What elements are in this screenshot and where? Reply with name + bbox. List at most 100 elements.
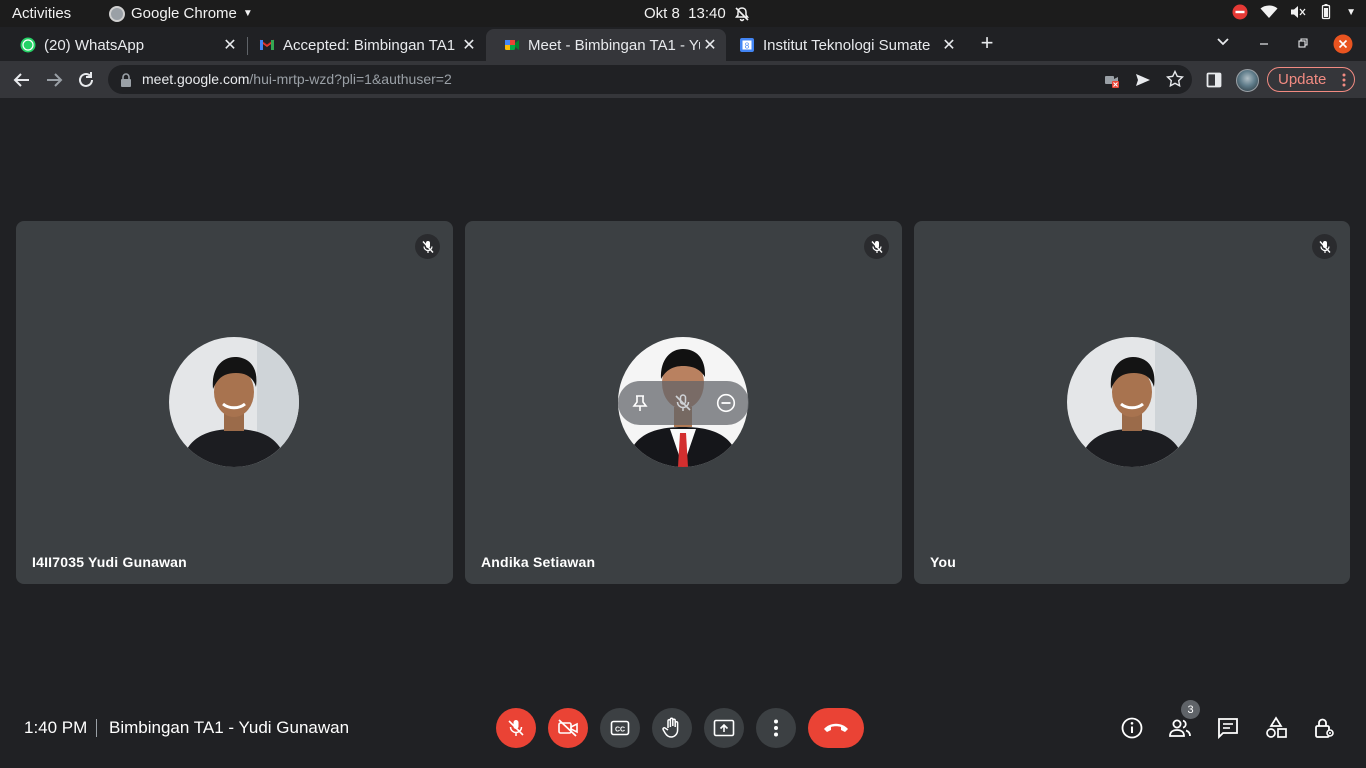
volume-muted-icon [1290, 5, 1306, 19]
mic-off-icon [675, 394, 691, 411]
info-icon [1121, 717, 1143, 739]
kebab-menu-icon [1342, 73, 1346, 86]
activities-button[interactable]: Activities [12, 5, 71, 22]
avatar [169, 337, 299, 467]
restore-button[interactable] [1297, 37, 1309, 49]
side-panel-button[interactable] [1206, 72, 1222, 88]
browser-toolbar: meet.google.com/hui-mrtp-wzd?pli=1&authu… [0, 61, 1366, 98]
url-host: meet.google.com [142, 71, 250, 87]
people-button[interactable] [1168, 716, 1192, 740]
camera-toggle-button[interactable] [548, 708, 588, 748]
remove-circle-icon [716, 393, 736, 413]
battery-icon [1318, 4, 1334, 20]
restore-icon [1298, 38, 1308, 48]
participant-tile[interactable]: You [914, 221, 1350, 584]
more-options-button[interactable] [756, 708, 796, 748]
send-icon[interactable] [1134, 71, 1152, 89]
app-name: Google Chrome [131, 5, 237, 22]
update-button[interactable]: Update [1267, 67, 1355, 92]
profile-avatar[interactable] [1236, 69, 1259, 92]
host-controls-button[interactable] [1312, 716, 1336, 740]
system-tray[interactable]: ▼ [1232, 4, 1356, 20]
tab-meet[interactable]: Meet - Bimbingan TA1 - Yu ✕ [486, 29, 726, 61]
close-window-button[interactable] [1333, 34, 1353, 54]
pin-icon [632, 395, 648, 411]
minimize-icon [1260, 43, 1268, 45]
clock[interactable]: Okt 8 13:40 [644, 5, 750, 22]
kebab-menu-icon [774, 719, 778, 737]
minimize-button[interactable] [1258, 35, 1270, 47]
pin-button[interactable] [630, 393, 650, 413]
lock-icon [120, 73, 132, 87]
microphone-toggle-button[interactable] [496, 708, 536, 748]
mic-off-icon [1312, 234, 1337, 259]
new-tab-button[interactable]: + [976, 32, 998, 55]
captions-button[interactable]: CC [600, 708, 640, 748]
participant-name: I4II7035 Yudi Gunawan [32, 554, 187, 570]
app-menu[interactable]: Google Chrome ▼ [109, 5, 253, 22]
chat-icon [1218, 718, 1238, 740]
gmail-icon [259, 37, 275, 53]
clock-text: Okt 8 13:40 [644, 5, 726, 22]
close-tab-icon[interactable]: ✕ [220, 35, 240, 55]
reload-button[interactable] [75, 69, 97, 91]
avatar [1067, 337, 1197, 467]
present-to-all-icon [713, 719, 735, 737]
svg-text:CC: CC [615, 727, 625, 734]
close-tab-icon[interactable]: ✕ [700, 35, 720, 55]
wifi-icon [1260, 5, 1278, 19]
forward-button[interactable] [43, 69, 65, 91]
leave-call-button[interactable] [808, 708, 864, 748]
arrow-right-icon [47, 73, 63, 87]
camera-blocked-icon[interactable] [1104, 72, 1120, 88]
present-screen-button[interactable] [704, 708, 744, 748]
mic-off-icon [415, 234, 440, 259]
close-icon [1333, 34, 1353, 54]
reload-icon [79, 72, 93, 87]
meet-icon [504, 37, 520, 53]
people-count-badge: 3 [1181, 700, 1200, 719]
meeting-details-button[interactable] [1120, 716, 1144, 740]
tab-strip: (20) WhatsApp ✕ Accepted: Bimbingan TA1 … [0, 27, 1366, 61]
caret-down-icon: ▼ [242, 8, 253, 19]
participant-tile[interactable]: I4II7035 Yudi Gunawan [16, 221, 453, 584]
lock-person-icon [1315, 718, 1334, 738]
arrow-left-icon [13, 73, 29, 87]
address-bar[interactable]: meet.google.com/hui-mrtp-wzd?pli=1&authu… [108, 65, 1192, 94]
mute-participant-button[interactable] [673, 393, 693, 413]
activities-panel-button[interactable] [1264, 716, 1288, 740]
calendar-day: 8 [745, 42, 750, 51]
tab-title: Institut Teknologi Sumate [763, 36, 931, 54]
tab-title: Accepted: Bimbingan TA1 [283, 36, 456, 54]
tab-gmail-accepted[interactable]: Accepted: Bimbingan TA1 ✕ [241, 29, 485, 61]
participant-name: Andika Setiawan [481, 554, 596, 570]
people-icon [1169, 719, 1191, 737]
bookmark-star-icon[interactable] [1166, 70, 1184, 88]
close-tab-icon[interactable]: ✕ [939, 35, 959, 55]
do-not-disturb-icon [1232, 4, 1248, 20]
side-panel-icon [1206, 72, 1222, 88]
tab-search-button[interactable] [1216, 34, 1230, 48]
tab-whatsapp[interactable]: (20) WhatsApp ✕ [2, 29, 246, 61]
divider [96, 719, 97, 737]
close-tab-icon[interactable]: ✕ [459, 35, 479, 55]
meeting-time: 1:40 PM [24, 718, 88, 737]
url-text: meet.google.com/hui-mrtp-wzd?pli=1&authu… [142, 71, 452, 87]
chevron-down-icon [1217, 38, 1229, 46]
url-path: /hui-mrtp-wzd?pli=1&authuser=2 [249, 71, 452, 87]
tile-hover-controls [618, 381, 749, 425]
raise-hand-button[interactable] [652, 708, 692, 748]
videocam-off-icon [558, 719, 578, 737]
chrome-icon [109, 5, 125, 22]
back-button[interactable] [11, 69, 33, 91]
notifications-off-icon [734, 6, 750, 22]
tab-itera[interactable]: 8 Institut Teknologi Sumate ✕ [721, 29, 965, 61]
participant-name: You [930, 554, 957, 570]
tab-title: (20) WhatsApp [44, 36, 145, 54]
raise-hand-icon [662, 717, 679, 738]
chat-button[interactable] [1216, 716, 1240, 740]
whatsapp-icon [20, 37, 36, 53]
tab-title: Meet - Bimbingan TA1 - Yu [528, 36, 700, 54]
call-end-icon [824, 723, 848, 732]
remove-participant-button[interactable] [716, 393, 736, 413]
